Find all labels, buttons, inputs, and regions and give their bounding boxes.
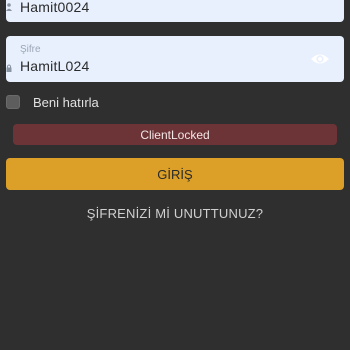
lock-icon: [6, 64, 12, 72]
password-value: HamitL024: [20, 58, 90, 74]
forgot-password-link[interactable]: ŞİFRENİZİ Mİ UNUTTUNUZ?: [0, 206, 350, 221]
error-message: ClientLocked: [140, 127, 210, 142]
user-icon: [6, 3, 12, 11]
username-value: Hamit0024: [20, 0, 90, 15]
username-field[interactable]: Hamit0024: [6, 0, 344, 22]
remember-me-label[interactable]: Beni hatırla: [33, 95, 99, 110]
password-field[interactable]: Şifre HamitL024: [6, 36, 344, 82]
login-screen: Hamit0024 Şifre HamitL024 Beni hatırla C…: [0, 0, 350, 350]
eye-icon[interactable]: [310, 50, 330, 68]
remember-me-row[interactable]: Beni hatırla: [6, 93, 99, 111]
password-label: Şifre: [20, 44, 41, 55]
login-button[interactable]: GİRİŞ: [6, 158, 344, 190]
remember-me-checkbox[interactable]: [6, 95, 20, 109]
error-alert: ClientLocked: [13, 124, 337, 145]
